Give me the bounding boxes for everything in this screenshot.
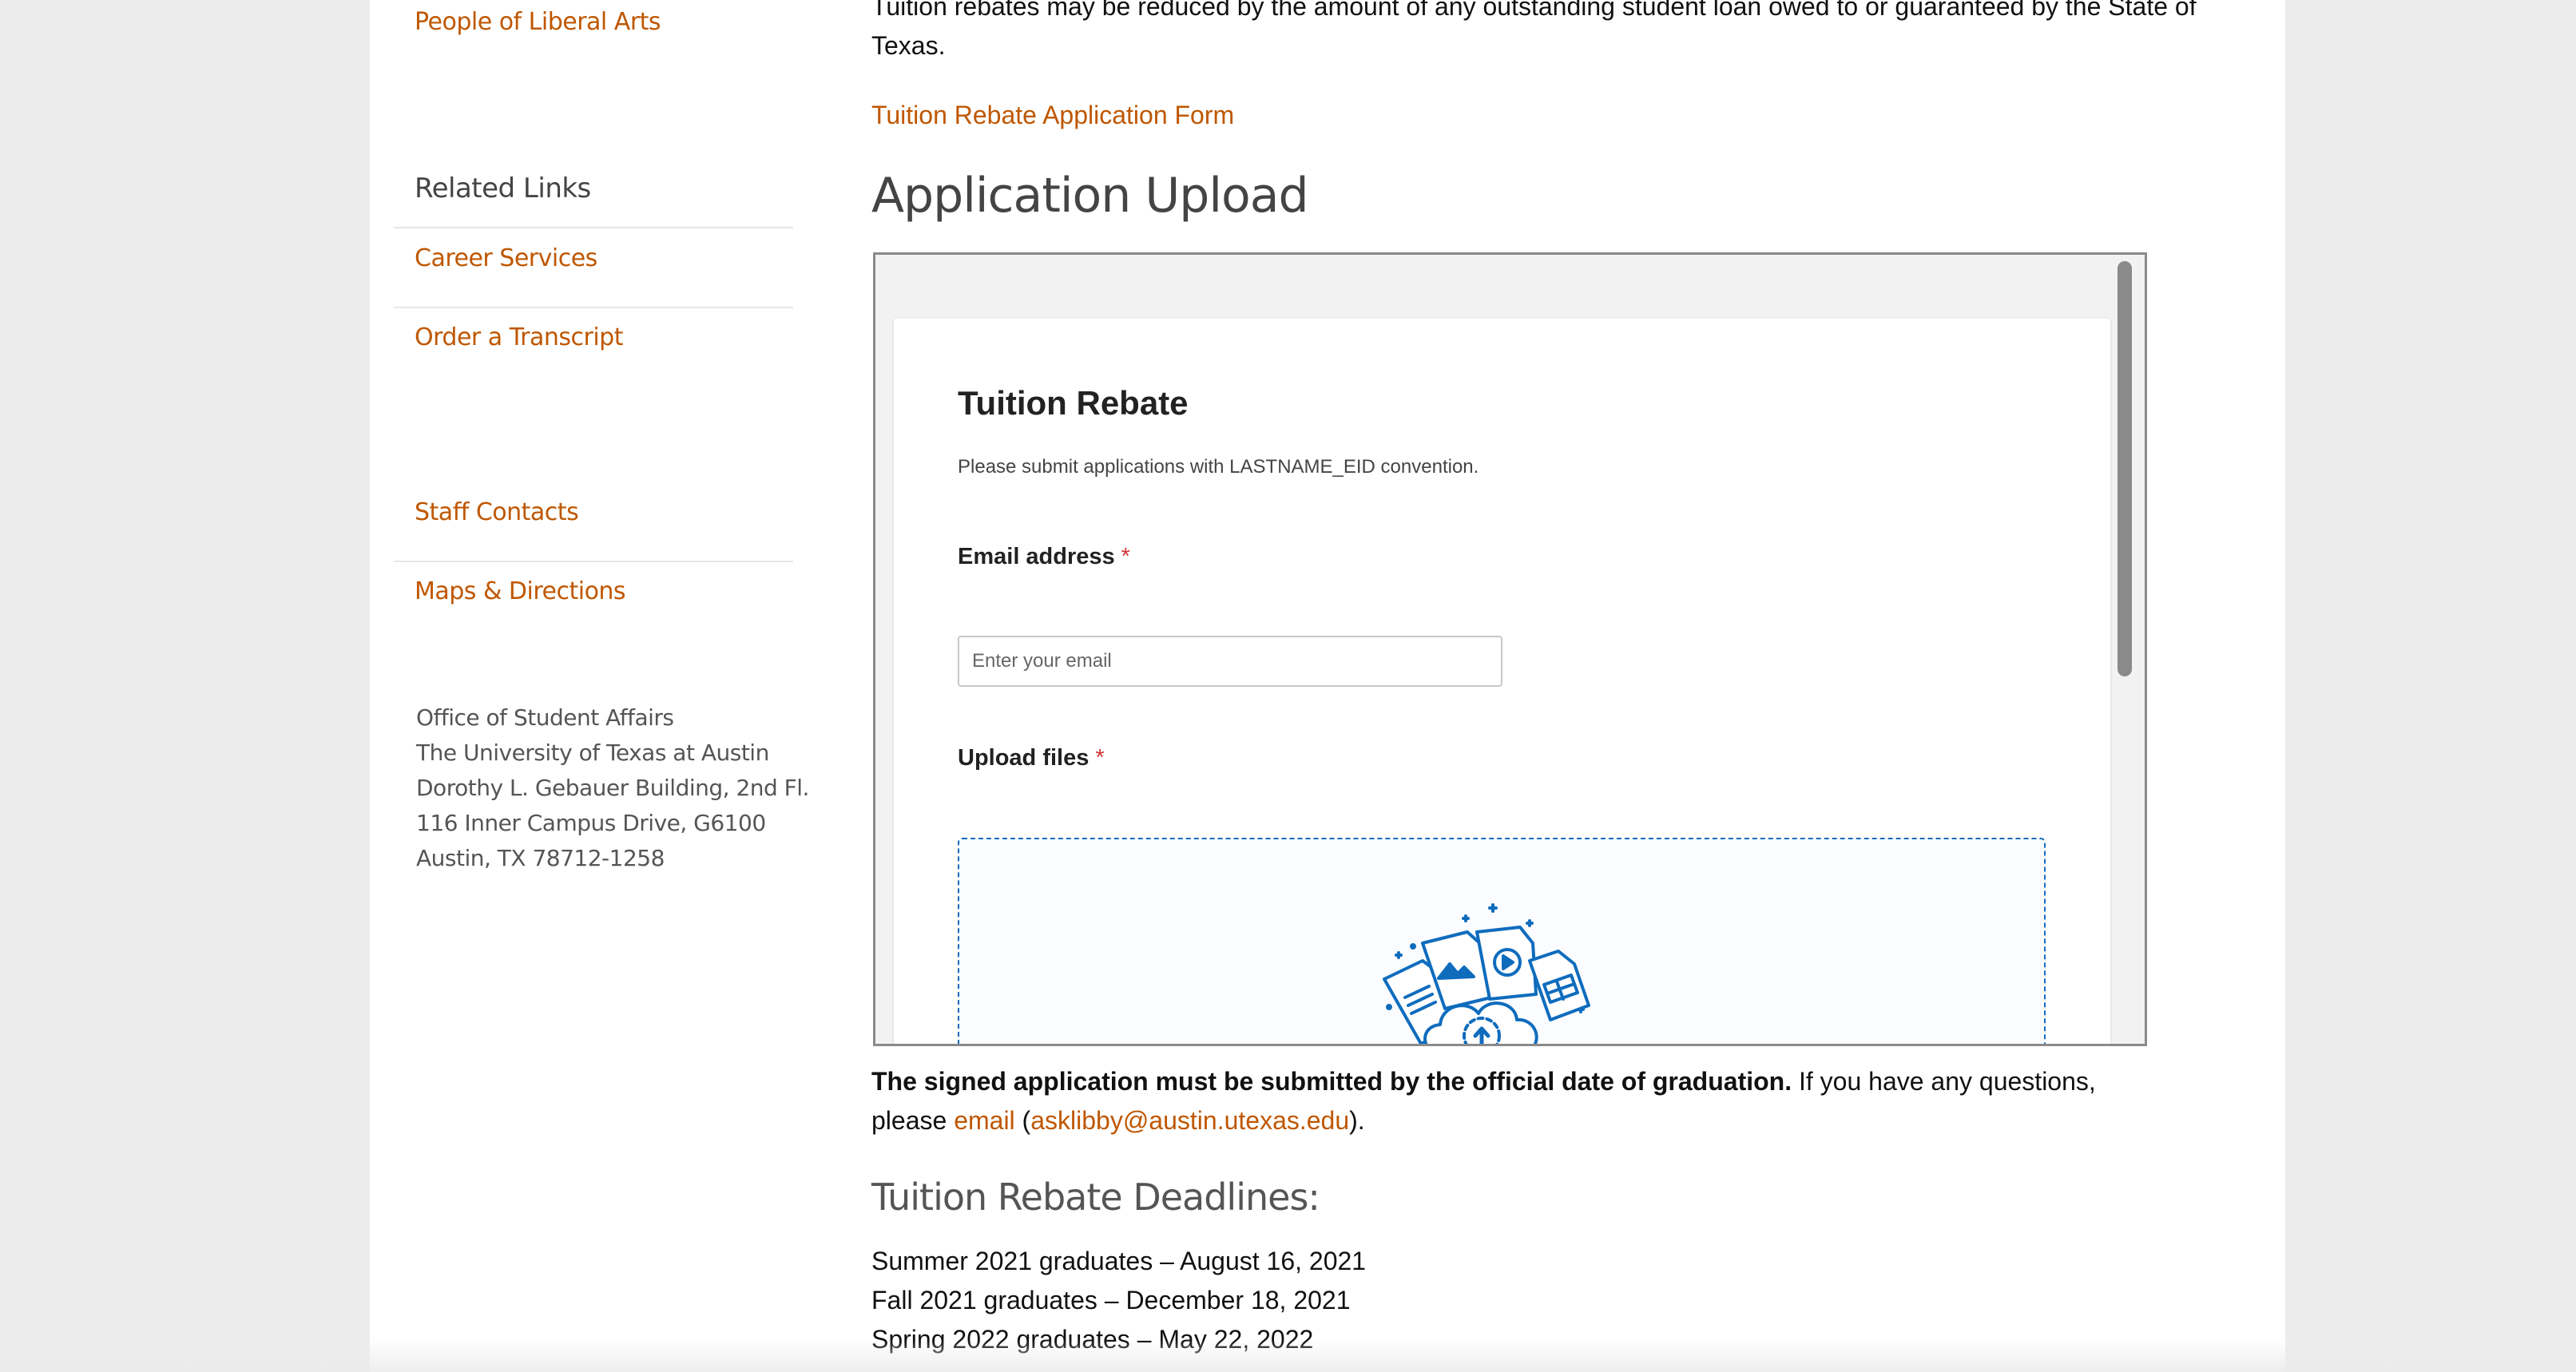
divider: [394, 307, 793, 308]
sidebar-link-staff-contacts[interactable]: Staff Contacts: [415, 498, 579, 526]
form-description: Please submit applications with LASTNAME…: [958, 456, 1479, 478]
cloud-upload-files-icon: [1383, 903, 1590, 1044]
sidebar-link-order-transcript[interactable]: Order a Transcript: [415, 323, 623, 351]
email-open: (: [1014, 1106, 1031, 1135]
related-links-heading: Related Links: [415, 172, 591, 204]
intro-line: Tuition rebates may be reduced by the am…: [871, 0, 2197, 21]
intro-line: Texas.: [871, 31, 946, 60]
address-line: Austin, TX 78712-1258: [416, 845, 665, 871]
upload-label-text: Upload files: [958, 745, 1090, 771]
file-upload-dropzone[interactable]: [958, 838, 2046, 1044]
form-title: Tuition Rebate: [958, 384, 1189, 422]
application-upload-heading: Application Upload: [871, 168, 1309, 224]
intro-paragraph: Tuition rebates may be reduced by the am…: [871, 0, 2197, 65]
sidebar-link-career-services[interactable]: Career Services: [415, 244, 597, 272]
notice-please: please: [871, 1106, 955, 1135]
upload-label: Upload files *: [958, 745, 1105, 771]
office-address: Office of Student Affairs The University…: [416, 700, 809, 876]
divider: [394, 227, 793, 228]
notice-bold: The signed application must be submitted…: [871, 1067, 1792, 1096]
address-line: Dorothy L. Gebauer Building, 2nd Fl.: [416, 775, 809, 801]
required-asterisk: *: [1095, 745, 1105, 771]
required-asterisk: *: [1121, 544, 1130, 569]
deadline-item: Fall 2021 graduates – December 18, 2021: [871, 1286, 1351, 1315]
email-address-link[interactable]: asklibby@austin.utexas.edu: [1030, 1106, 1349, 1135]
email-close: ).: [1349, 1106, 1365, 1135]
address-line: 116 Inner Campus Drive, G6100: [416, 810, 766, 836]
email-label: Email address *: [958, 544, 1130, 570]
email-label-text: Email address: [958, 544, 1115, 569]
bottom-fade: [0, 1340, 2576, 1372]
tuition-rebate-form-link[interactable]: Tuition Rebate Application Form: [871, 101, 1234, 130]
embedded-form-frame[interactable]: Tuition Rebate Please submit application…: [873, 252, 2147, 1046]
notice-line: please email (asklibby@austin.utexas.edu…: [871, 1101, 2096, 1140]
form-scrollbar[interactable]: [2118, 261, 2132, 676]
notice-rest: If you have any questions,: [1792, 1067, 2096, 1096]
sidebar-link-maps-directions[interactable]: Maps & Directions: [415, 577, 626, 605]
sidebar-link-people-of-liberal-arts[interactable]: People of Liberal Arts: [415, 8, 661, 36]
divider: [394, 561, 793, 562]
deadlines-heading: Tuition Rebate Deadlines:: [871, 1176, 1320, 1219]
email-input[interactable]: [958, 636, 1502, 687]
submission-notice: The signed application must be submitted…: [871, 1062, 2096, 1140]
address-line: Office of Student Affairs: [416, 704, 674, 731]
address-line: The University of Texas at Austin: [416, 740, 769, 766]
notice-line: The signed application must be submitted…: [871, 1062, 2096, 1101]
email-link[interactable]: email: [954, 1106, 1014, 1135]
deadline-item: Summer 2021 graduates – August 16, 2021: [871, 1247, 1367, 1275]
form-card: Tuition Rebate Please submit application…: [894, 319, 2110, 1044]
